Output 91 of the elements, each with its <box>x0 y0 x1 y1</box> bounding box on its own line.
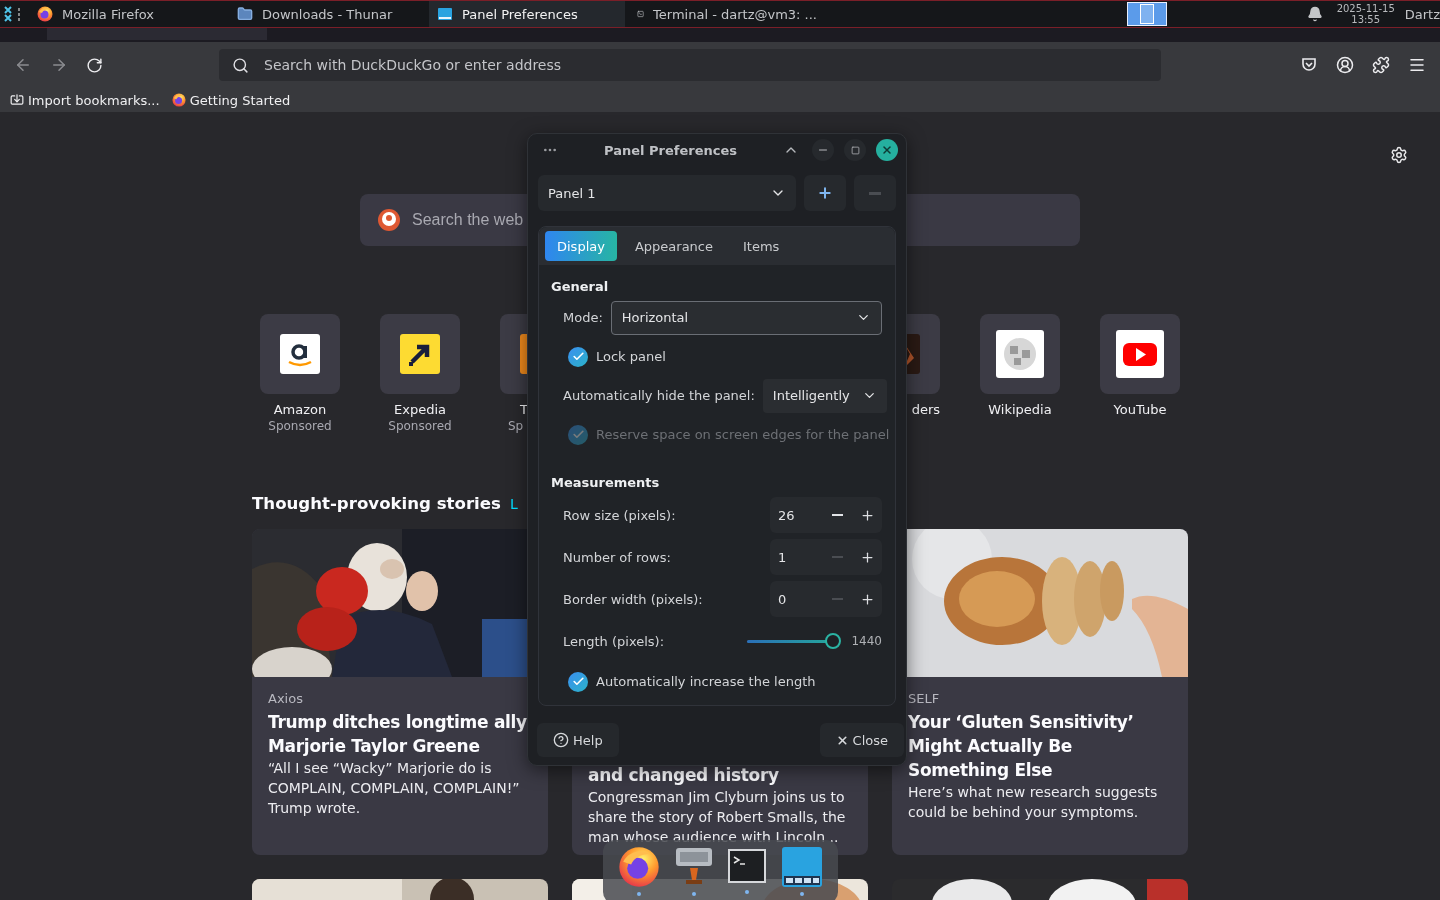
menu-icon[interactable] <box>1408 56 1426 74</box>
duckduckgo-icon <box>377 208 401 232</box>
firefox-icon <box>171 93 186 107</box>
close-dialog-button[interactable]: Close <box>819 723 904 757</box>
field-label: Row size (pixels): <box>563 507 676 523</box>
story-title: Your ‘Gluten Sensitivity’ Might Actually Be Something Else <box>908 711 1135 782</box>
slider-thumb[interactable] <box>825 633 842 649</box>
number-field[interactable]: 1 <box>770 539 882 575</box>
firefox-icon <box>37 6 53 22</box>
window-title: Panel Preferences <box>604 142 737 158</box>
dropdown[interactable]: Intelligently <box>762 378 887 413</box>
address-bar[interactable]: Search with DuckDuckGo or enter address <box>219 49 1161 81</box>
bookmark-link[interactable]: Import bookmarks... <box>10 92 160 108</box>
story-excerpt: Congressman Jim Clyburn joins us to share the story of Robert Smalls, the man whose audience with Lincoln .. <box>588 788 847 847</box>
clock[interactable]: 2025-11-15 13:55 <box>1336 3 1395 25</box>
check-icon <box>571 675 585 688</box>
maximize-button[interactable] <box>844 139 866 161</box>
bookmark-link[interactable]: Getting Started <box>171 92 291 108</box>
taskbar-button[interactable]: Downloads - Thunar <box>229 1 425 27</box>
reload-icon[interactable] <box>86 56 103 74</box>
plus-icon <box>859 549 875 565</box>
number-field[interactable]: 0 <box>770 581 882 617</box>
checkbox-label: Lock panel <box>596 349 666 364</box>
expedia-logo-icon <box>400 334 440 374</box>
slider-value: 1440 <box>851 634 882 648</box>
plus-icon <box>817 185 833 201</box>
story-card[interactable]: Axios Trump ditches longtime ally Marjorie Taylor Greene “All I see “Wacky” Marjorie do is COMPLAIN, COMPLAIN, COMPLAIN!” Trump wrote. <box>252 529 548 855</box>
notification-icon[interactable] <box>1306 6 1323 22</box>
checkbox-label: Automatically increase the length <box>596 674 816 689</box>
story-excerpt: “All I see “Wacky” Marjorie do is COMPLAIN, COMPLAIN, COMPLAIN!” Trump wrote. <box>268 759 521 818</box>
minimize-button[interactable] <box>812 139 834 161</box>
close-icon <box>835 733 849 747</box>
story-title: and changed history <box>588 764 780 787</box>
panel-icon[interactable] <box>781 846 824 888</box>
taskbar-button[interactable]: Terminal - dartz@vm3: ... <box>629 1 825 27</box>
close-button[interactable] <box>876 139 898 161</box>
checkbox[interactable] <box>568 346 588 367</box>
field-label: Border width (pixels): <box>563 591 703 607</box>
shortcut-tile[interactable]: Amazon Sponsored <box>240 314 360 434</box>
story-source: SELF <box>908 691 941 707</box>
section-heading: Thought-provoking stories <box>252 493 501 515</box>
panel-icon <box>437 6 453 22</box>
close-icon <box>881 144 893 156</box>
shortcut-tile[interactable]: YouTube <box>1080 314 1200 434</box>
dropdown[interactable]: Horizontal <box>610 300 882 335</box>
pocket-icon[interactable] <box>1300 56 1318 74</box>
story-title: Trump ditches longtime ally Marjorie Taylor Greene <box>268 711 528 758</box>
panel-dropdown[interactable]: Panel 1 <box>538 175 796 211</box>
add-panel-button[interactable] <box>804 175 846 211</box>
tab[interactable]: Items <box>731 231 792 261</box>
import-icon <box>10 93 24 107</box>
settings-icon[interactable] <box>1390 146 1408 164</box>
check-icon <box>571 428 585 441</box>
back-icon[interactable] <box>14 56 32 74</box>
field-label: Automatically hide the panel: <box>563 388 755 403</box>
workspace-switcher[interactable] <box>1126 2 1167 26</box>
checkbox-label: Reserve space on screen edges for the panel <box>596 427 890 442</box>
maximize-icon <box>850 145 860 155</box>
taskbar-button[interactable]: Mozilla Firefox <box>29 1 225 27</box>
field-label: Mode: <box>563 310 603 325</box>
amazon-logo-icon <box>280 334 320 374</box>
account-icon[interactable] <box>1336 56 1354 74</box>
story-card[interactable]: SELF Your ‘Gluten Sensitivity’ Might Actually Be Something Else Here’s what new research suggests could be behind your symptoms. <box>892 529 1188 855</box>
extensions-icon[interactable] <box>1372 56 1390 74</box>
forward-icon[interactable] <box>50 56 68 74</box>
field-label: Number of rows: <box>563 549 671 565</box>
folder-icon <box>237 6 253 22</box>
user-name[interactable]: Dartz <box>1404 6 1440 22</box>
help-icon <box>553 732 569 748</box>
section-heading: Measurements <box>551 473 661 492</box>
search-icon <box>232 56 249 74</box>
check-icon <box>571 350 585 363</box>
youtube-logo-icon <box>1116 330 1164 378</box>
section-heading: General <box>551 277 610 296</box>
plus-icon <box>859 507 875 523</box>
firefox-icon[interactable] <box>617 846 660 888</box>
learn-link[interactable]: L <box>509 496 518 512</box>
tab[interactable]: Appearance <box>622 231 725 261</box>
field-label: Length (pixels): <box>563 633 665 649</box>
plus-icon <box>859 591 875 607</box>
story-source: Axios <box>268 691 304 707</box>
checkbox[interactable] <box>568 671 588 692</box>
help-button[interactable]: Help <box>537 723 619 757</box>
globe-icon <box>996 330 1044 378</box>
taskbar-button[interactable]: Panel Preferences <box>429 1 625 27</box>
shortcut-tile[interactable]: Wikipedia <box>960 314 1080 434</box>
terminal-icon[interactable] <box>727 846 768 886</box>
shortcut-tile[interactable]: Expedia Sponsored <box>360 314 480 434</box>
minus-icon <box>869 191 881 195</box>
number-field[interactable]: 26 <box>770 497 882 533</box>
story-excerpt: Here’s what new research suggests could be behind your symptoms. <box>908 783 1159 822</box>
